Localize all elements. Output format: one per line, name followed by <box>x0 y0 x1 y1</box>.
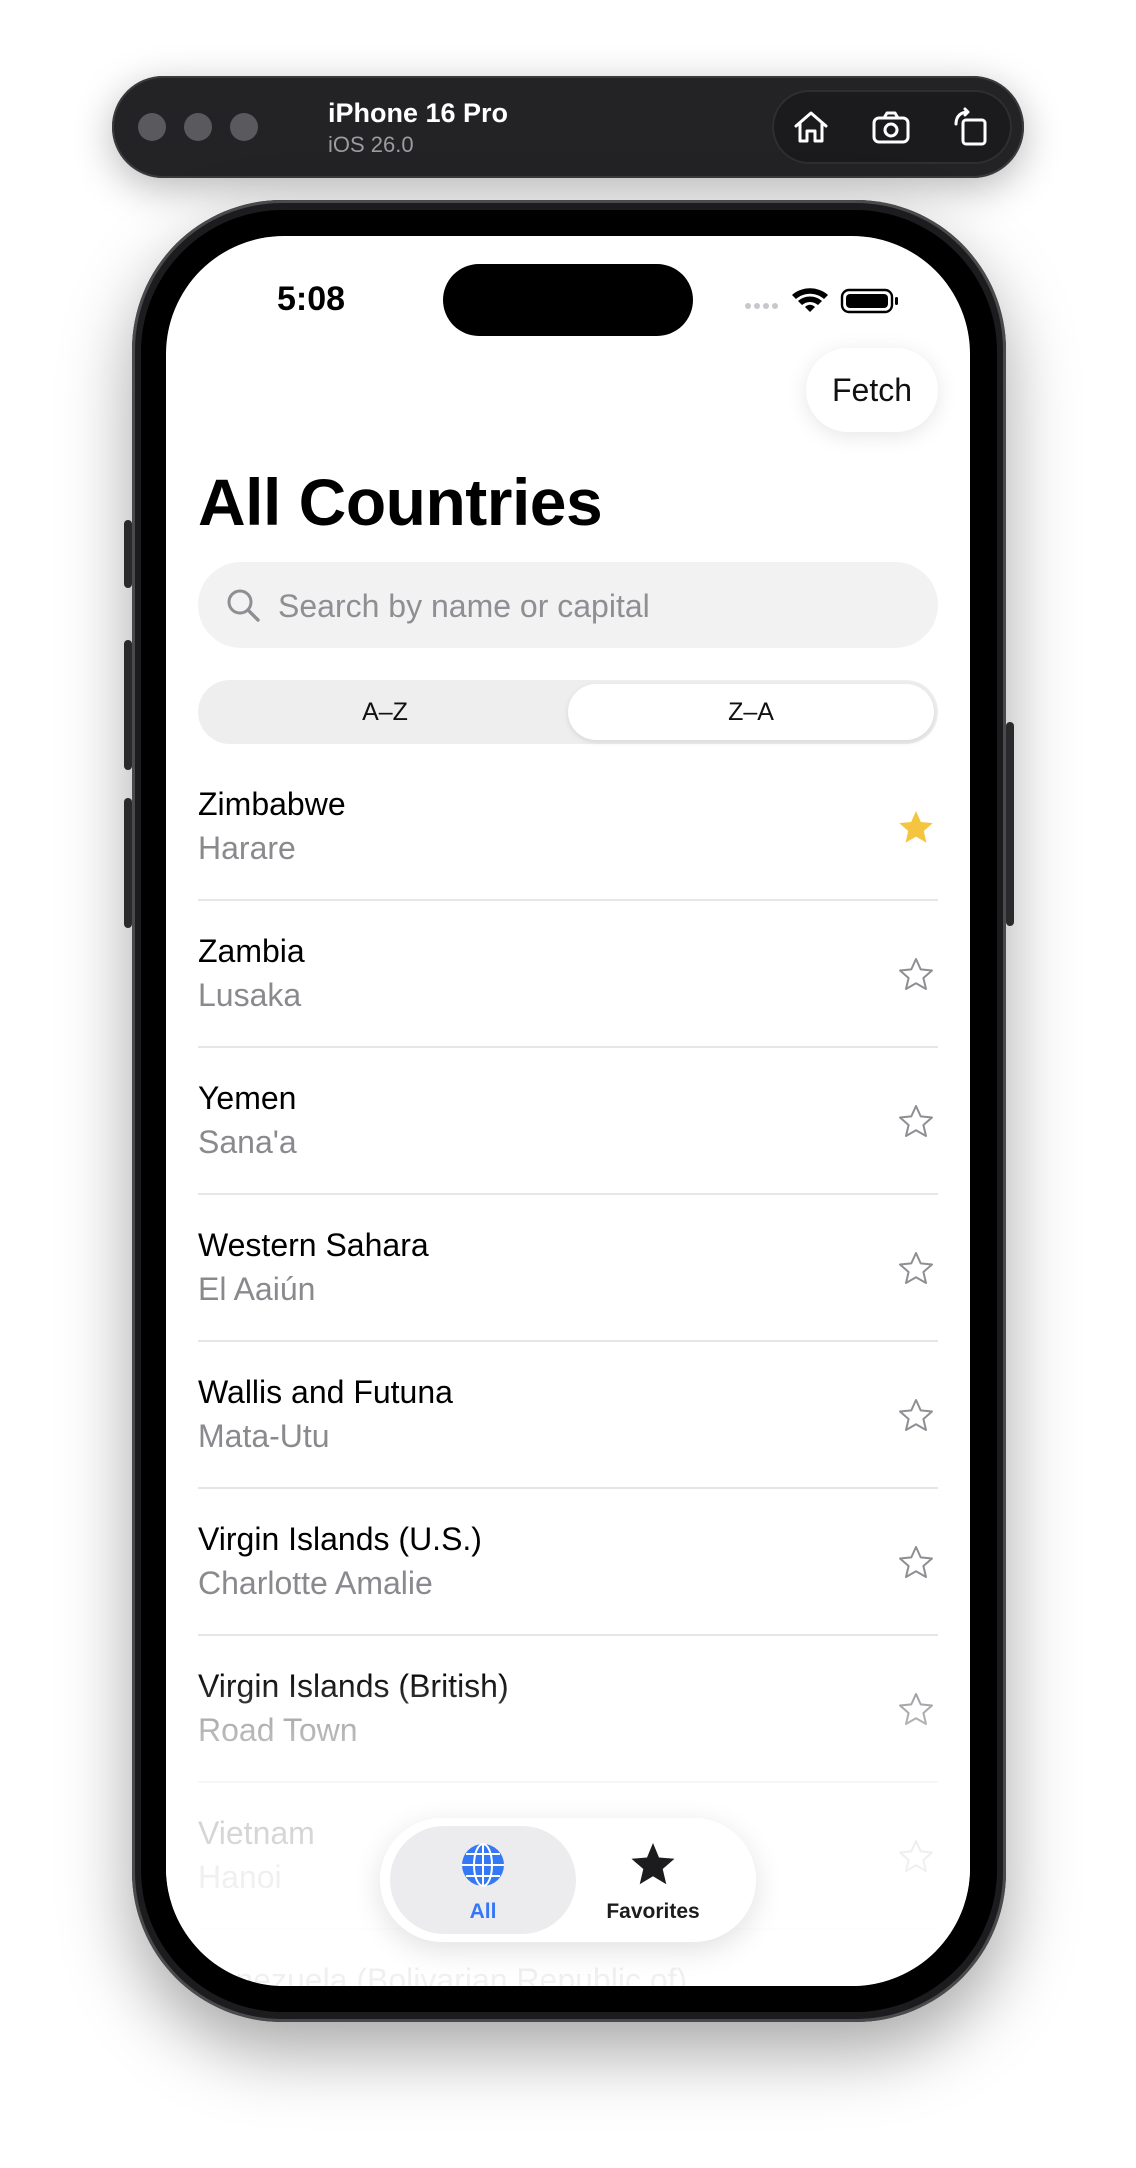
volume-down-button <box>124 798 132 928</box>
capital-name: El Aaiún <box>198 1271 316 1307</box>
status-icons <box>745 288 898 314</box>
sort-segmented-control[interactable]: A–Z Z–A <box>198 680 938 744</box>
globe-icon <box>462 1843 504 1887</box>
capital-name: Lusaka <box>198 977 302 1013</box>
star-outline-icon[interactable] <box>896 1690 936 1730</box>
page-title: All Countries <box>198 465 603 539</box>
search-icon <box>227 589 260 622</box>
search-input[interactable] <box>276 562 920 650</box>
sort-option-a-z[interactable]: A–Z <box>202 684 568 740</box>
simulator-device-name: iPhone 16 Pro <box>328 98 509 128</box>
star-outline-icon[interactable] <box>896 1396 936 1436</box>
window-zoom-dot[interactable] <box>230 113 258 141</box>
list-item[interactable]: Virgin Islands (British) Road Town <box>198 1636 938 1783</box>
rotate-icon[interactable] <box>950 106 992 148</box>
star-outline-icon[interactable] <box>896 1543 936 1583</box>
capital-name: Mata-Utu <box>198 1418 330 1454</box>
star-outline-icon[interactable] <box>896 1249 936 1289</box>
simulator-actions <box>772 90 1012 164</box>
list-item[interactable]: Yemen Sana'a <box>198 1048 938 1195</box>
star-filled-icon <box>631 1843 675 1885</box>
country-name: Western Sahara <box>198 1227 429 1263</box>
wifi-icon <box>792 288 828 312</box>
tab-favorites-label: Favorites <box>606 1900 700 1923</box>
star-outline-icon[interactable] <box>896 1837 936 1877</box>
capital-name: Road Town <box>198 1712 358 1748</box>
window-minimize-dot[interactable] <box>184 113 212 141</box>
action-button <box>124 520 132 588</box>
tab-favorites[interactable]: Favorites <box>560 1826 746 1934</box>
country-name: Zambia <box>198 933 305 969</box>
status-time: 5:08 <box>277 280 346 318</box>
capital-name: Harare <box>198 830 296 866</box>
screenshot-icon[interactable] <box>870 106 912 148</box>
cellular-signal-icon <box>745 303 778 309</box>
country-name: Vietnam <box>198 1815 315 1851</box>
country-name: Zimbabwe <box>198 786 346 822</box>
star-filled-icon[interactable] <box>896 808 936 848</box>
tab-all[interactable]: All <box>390 1826 576 1934</box>
search-bar[interactable] <box>198 562 938 650</box>
country-name: Wallis and Futuna <box>198 1374 453 1410</box>
dynamic-island <box>443 264 693 336</box>
list-item[interactable]: Virgin Islands (U.S.) Charlotte Amalie <box>198 1489 938 1636</box>
country-name: Yemen <box>198 1080 297 1116</box>
list-item[interactable]: Zimbabwe Harare <box>198 754 938 901</box>
country-name: Venezuela (Bolivarian Republic of) <box>198 1962 688 1986</box>
battery-icon <box>840 288 898 314</box>
list-item[interactable]: Wallis and Futuna Mata-Utu <box>198 1342 938 1489</box>
simulator-os-version: iOS 26.0 <box>328 132 414 157</box>
country-name: Virgin Islands (U.S.) <box>198 1521 482 1557</box>
tab-bar: All Favorites <box>380 1818 756 1942</box>
list-item[interactable]: Zambia Lusaka <box>198 901 938 1048</box>
home-icon[interactable] <box>790 106 832 148</box>
tab-all-label: All <box>469 1900 497 1923</box>
capital-name: Sana'a <box>198 1124 297 1160</box>
star-outline-icon[interactable] <box>896 955 936 995</box>
star-outline-icon[interactable] <box>896 1102 936 1142</box>
app-screen: 5:08 Fetch All Countries A–Z Z–A <box>166 236 970 1986</box>
list-item[interactable]: Western Sahara El Aaiún <box>198 1195 938 1342</box>
capital-name: Charlotte Amalie <box>198 1565 433 1601</box>
fetch-button[interactable]: Fetch <box>806 348 938 432</box>
country-list: Zimbabwe Harare Zambia Lusaka Yemen Sana… <box>198 754 938 1986</box>
capital-name: Hanoi <box>198 1859 282 1895</box>
power-button <box>1006 722 1014 926</box>
sort-option-z-a[interactable]: Z–A <box>568 684 934 740</box>
volume-up-button <box>124 640 132 770</box>
simulator-toolbar: iPhone 16 Pro iOS 26.0 <box>112 76 1024 178</box>
country-name: Virgin Islands (British) <box>198 1668 509 1704</box>
window-close-dot[interactable] <box>138 113 166 141</box>
